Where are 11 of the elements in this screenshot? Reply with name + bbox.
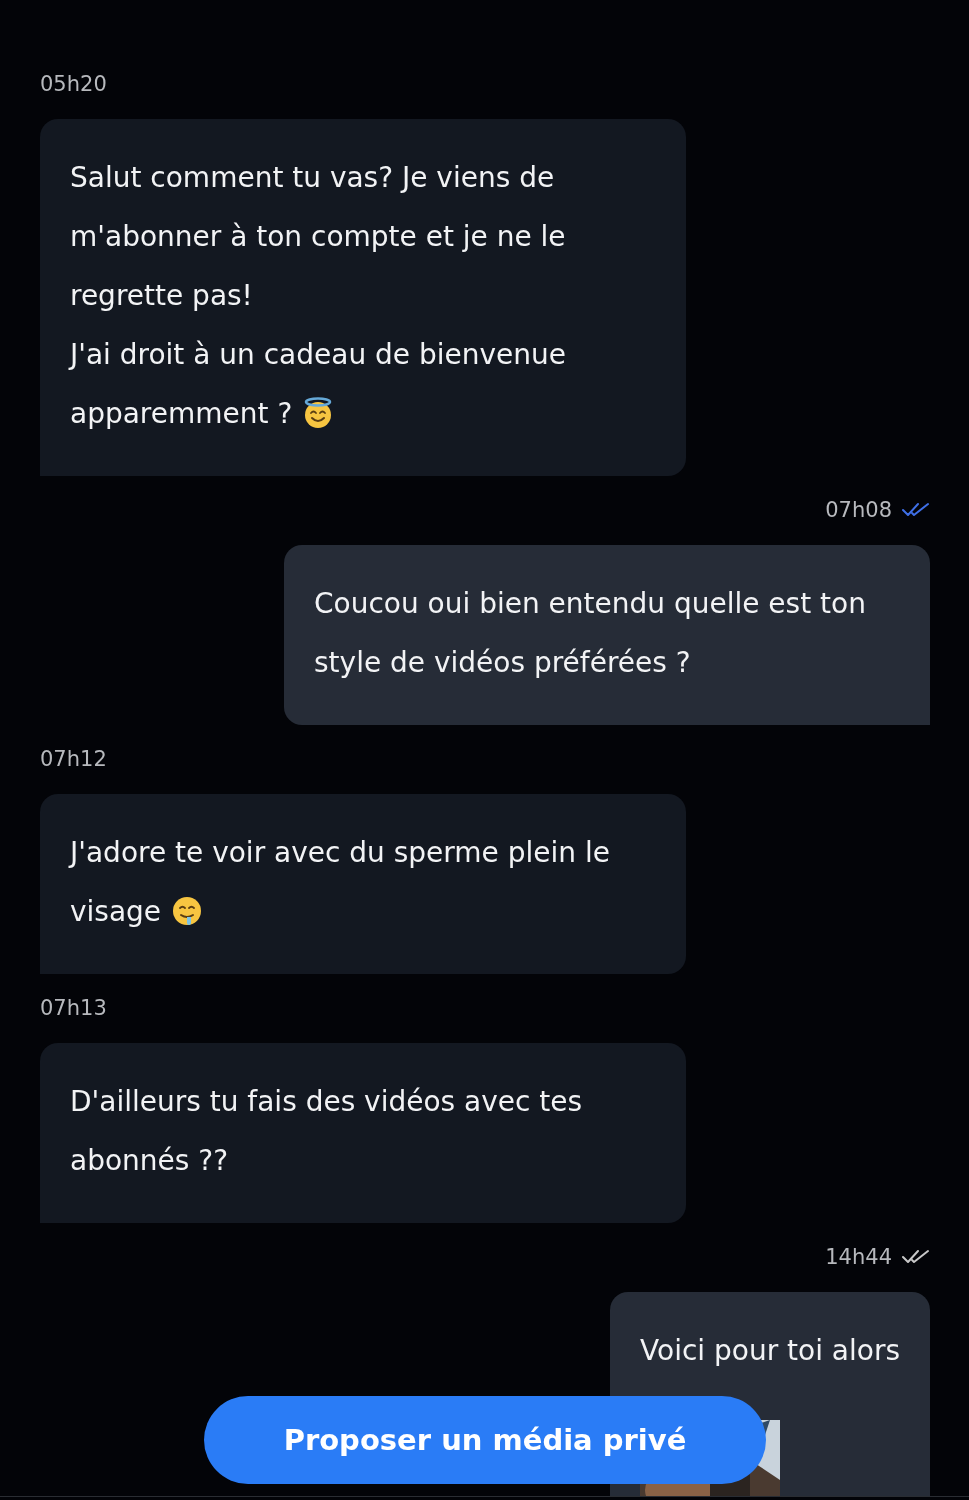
message-text: D'ailleurs tu fais des vidéos avec tes abonnés ?? — [70, 1084, 584, 1179]
message-text: Salut comment tu vas? Je viens de m'abonner à ton compte et je ne le regrette pas! J'ai droit à un cadeau de bienvenue apparemment ? — [70, 160, 567, 432]
propose-media-button[interactable]: Proposer un média privé — [204, 1396, 766, 1484]
message-text: J'adore te voir avec du sperme plein le visage — [70, 835, 611, 930]
message-text: Coucou oui bien entendu quelle est ton style de vidéos préférées ? — [314, 586, 867, 681]
message-text: Voici pour toi alors — [640, 1333, 900, 1369]
message-time: 07h13 — [40, 996, 107, 1020]
message-time: 05h20 — [40, 72, 107, 96]
message-time: 07h08 — [825, 498, 892, 522]
message-time: 14h44 — [825, 1245, 892, 1269]
message-time: 07h12 — [40, 747, 107, 771]
